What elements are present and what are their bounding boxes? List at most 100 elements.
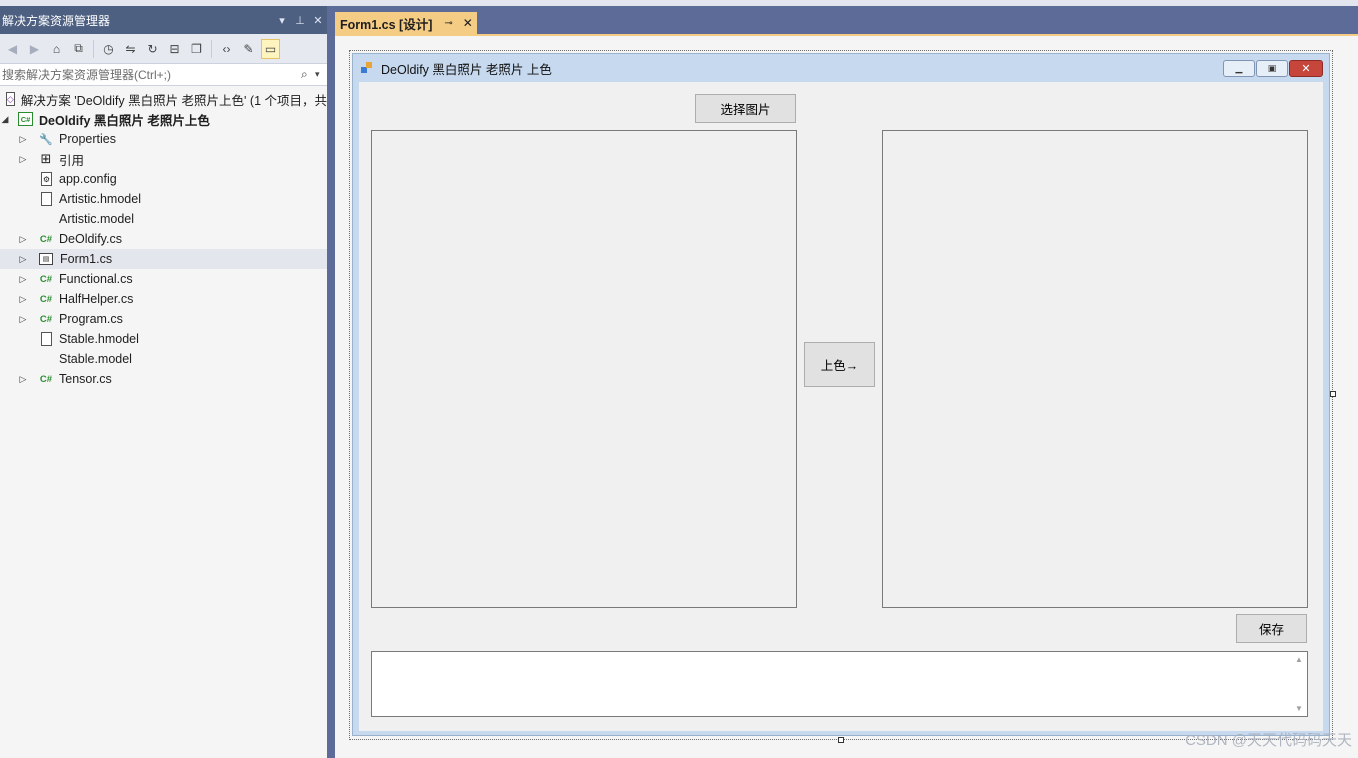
csharp-icon: C# (39, 293, 53, 305)
sync-icon[interactable]: ⇋ (121, 39, 140, 59)
collapsed-arrow-icon[interactable]: ▷ (18, 254, 28, 265)
form-app-icon (361, 62, 374, 74)
tree-item-label: Program.cs (59, 312, 123, 326)
form-title: DeOldify 黑白照片 老照片 上色 (381, 62, 552, 77)
close-icon[interactable]: ✕ (1289, 60, 1323, 77)
solution-explorer-title: 解决方案资源管理器 (2, 13, 111, 28)
tree-item[interactable]: ▷ ▤ Form1.cs (0, 249, 327, 269)
project-label: DeOldify 黑白照片 老照片上色 (39, 113, 210, 128)
collapsed-arrow-icon[interactable]: ▷ (18, 134, 28, 145)
switch-views-icon[interactable]: ⧉ (69, 39, 88, 59)
collapsed-arrow-icon[interactable]: ▷ (18, 314, 28, 325)
form-icon: ▤ (39, 253, 53, 265)
designed-form-window[interactable]: DeOldify 黑白照片 老照片 上色 ▁ ▣ ✕ 选择图片 上色→ 保存 ▲… (352, 53, 1330, 736)
project-node[interactable]: ◢ C# DeOldify 黑白照片 老照片上色 (0, 109, 327, 129)
maximize-icon[interactable]: ▣ (1256, 60, 1288, 77)
collapsed-arrow-icon[interactable]: ▷ (18, 274, 28, 285)
tab-form1-design[interactable]: Form1.cs [设计] ⊸ ✕ (335, 12, 477, 34)
close-icon[interactable]: ✕ (463, 16, 473, 30)
solution-explorer-panel: 解决方案资源管理器 ▾ ⊥ ✕ ◀ ▶ ⌂ ⧉ ◷ ⇋ ↻ ⊟ ❐ ‹› ✎ ▭… (0, 6, 327, 758)
tree-item[interactable]: Artistic.model (0, 209, 327, 229)
textbox-scrollbar[interactable]: ▲ ▼ (1291, 652, 1307, 716)
solution-label: 解决方案 'DeOldify 黑白照片 老照片上色' (1 个项目，共 (20, 93, 327, 108)
scroll-up-icon[interactable]: ▲ (1295, 655, 1303, 664)
tree-item[interactable]: ▷ C# HalfHelper.cs (0, 289, 327, 309)
resize-handle-right[interactable] (1330, 391, 1336, 397)
source-picturebox[interactable] (371, 130, 797, 608)
tree-item-label: app.config (59, 172, 117, 186)
tree-item-label: Properties (59, 132, 116, 146)
preview-icon[interactable]: ▭ (261, 38, 280, 59)
collapsed-arrow-icon[interactable]: ▷ (18, 234, 28, 245)
tree-item[interactable]: ▷ ⊞ 引用 (0, 149, 327, 169)
collapsed-arrow-icon[interactable]: ▷ (18, 294, 28, 305)
wrench-icon: 🔧 (39, 133, 53, 146)
tree-item-label: Artistic.model (59, 212, 135, 226)
toolbar-separator (211, 39, 212, 58)
tree-item[interactable]: ▷ C# DeOldify.cs (0, 229, 327, 249)
search-icon[interactable]: ⌕ (301, 67, 315, 82)
log-textbox[interactable]: ▲ ▼ (371, 651, 1308, 717)
panel-splitter[interactable] (327, 6, 335, 758)
search-input[interactable]: 搜索解决方案资源管理器(Ctrl+;) (2, 66, 301, 83)
tree-item[interactable]: ▷ C# Program.cs (0, 309, 327, 329)
tree-item-label: HalfHelper.cs (59, 292, 134, 306)
close-icon[interactable]: ✕ (309, 14, 327, 27)
select-image-button[interactable]: 选择图片 (695, 94, 796, 123)
pending-changes-icon[interactable]: ◷ (99, 39, 118, 59)
config-icon: ⚙ (41, 172, 52, 186)
tree-item[interactable]: Stable.hmodel (0, 329, 327, 349)
csharp-icon: C# (39, 233, 53, 245)
tree-item[interactable]: ▷ C# Functional.cs (0, 269, 327, 289)
tree-item-label: Tensor.cs (59, 372, 112, 386)
tab-label: Form1.cs [设计] (340, 17, 433, 32)
solution-icon: ◇ (5, 92, 15, 106)
tree-item-label: Functional.cs (59, 272, 133, 286)
file-icon (41, 332, 52, 346)
collapsed-arrow-icon[interactable]: ▷ (18, 374, 28, 385)
refresh-icon[interactable]: ↻ (143, 39, 162, 59)
properties-icon[interactable]: ✎ (239, 39, 258, 59)
save-button[interactable]: 保存 (1236, 614, 1307, 643)
window-controls: ▁ ▣ ✕ (1223, 60, 1323, 77)
file-icon (41, 192, 52, 206)
minimize-icon[interactable]: ▁ (1223, 60, 1255, 77)
csharp-icon: C# (39, 373, 53, 385)
collapse-all-icon[interactable]: ⊟ (165, 39, 184, 59)
forward-icon[interactable]: ▶ (25, 39, 44, 59)
solution-explorer-titlebar: 解决方案资源管理器 ▾ ⊥ ✕ (0, 6, 327, 34)
tree-item-label: Form1.cs (60, 252, 113, 266)
colorize-button[interactable]: 上色→ (804, 342, 875, 387)
chevron-down-icon[interactable]: ▾ (315, 69, 327, 80)
pin-icon[interactable]: ⊥ (291, 14, 309, 27)
show-all-files-icon[interactable]: ❐ (187, 39, 206, 59)
toolbar-separator (93, 39, 94, 58)
references-icon: ⊞ (40, 151, 52, 166)
view-code-icon[interactable]: ‹› (217, 39, 236, 59)
form-client-area: 选择图片 上色→ 保存 ▲ ▼ (359, 82, 1323, 731)
csharp-project-icon: C# (18, 112, 33, 126)
solution-node[interactable]: ◇ 解决方案 'DeOldify 黑白照片 老照片上色' (1 个项目，共 (0, 89, 327, 109)
scroll-down-icon[interactable]: ▼ (1295, 704, 1303, 713)
csharp-icon: C# (39, 273, 53, 285)
back-icon[interactable]: ◀ (3, 39, 22, 59)
solution-tree: ◇ 解决方案 'DeOldify 黑白照片 老照片上色' (1 个项目，共 ◢ … (0, 86, 327, 389)
tree-item[interactable]: Stable.model (0, 349, 327, 369)
pin-icon[interactable]: ⊸ (444, 18, 452, 29)
home-icon[interactable]: ⌂ (47, 39, 66, 59)
tree-item[interactable]: ▷ 🔧 Properties (0, 129, 327, 149)
expanded-arrow-icon[interactable]: ◢ (0, 114, 10, 125)
tree-item-label: 引用 (59, 153, 85, 168)
dropdown-icon[interactable]: ▾ (273, 14, 291, 27)
tree-item-label: DeOldify.cs (59, 232, 122, 246)
solution-search-box[interactable]: 搜索解决方案资源管理器(Ctrl+;) ⌕ ▾ (0, 64, 327, 86)
result-picturebox[interactable] (882, 130, 1308, 608)
document-tab-strip: Form1.cs [设计] ⊸ ✕ (335, 6, 1358, 34)
solution-explorer-toolbar: ◀ ▶ ⌂ ⧉ ◷ ⇋ ↻ ⊟ ❐ ‹› ✎ ▭ (0, 34, 327, 64)
resize-handle-bottom[interactable] (838, 737, 844, 743)
tree-item[interactable]: Artistic.hmodel (0, 189, 327, 209)
tree-item[interactable]: ▷ C# Tensor.cs (0, 369, 327, 389)
watermark: CSDN @天天代码码天天 (1185, 732, 1352, 749)
tree-item[interactable]: ⚙ app.config (0, 169, 327, 189)
collapsed-arrow-icon[interactable]: ▷ (18, 154, 28, 165)
